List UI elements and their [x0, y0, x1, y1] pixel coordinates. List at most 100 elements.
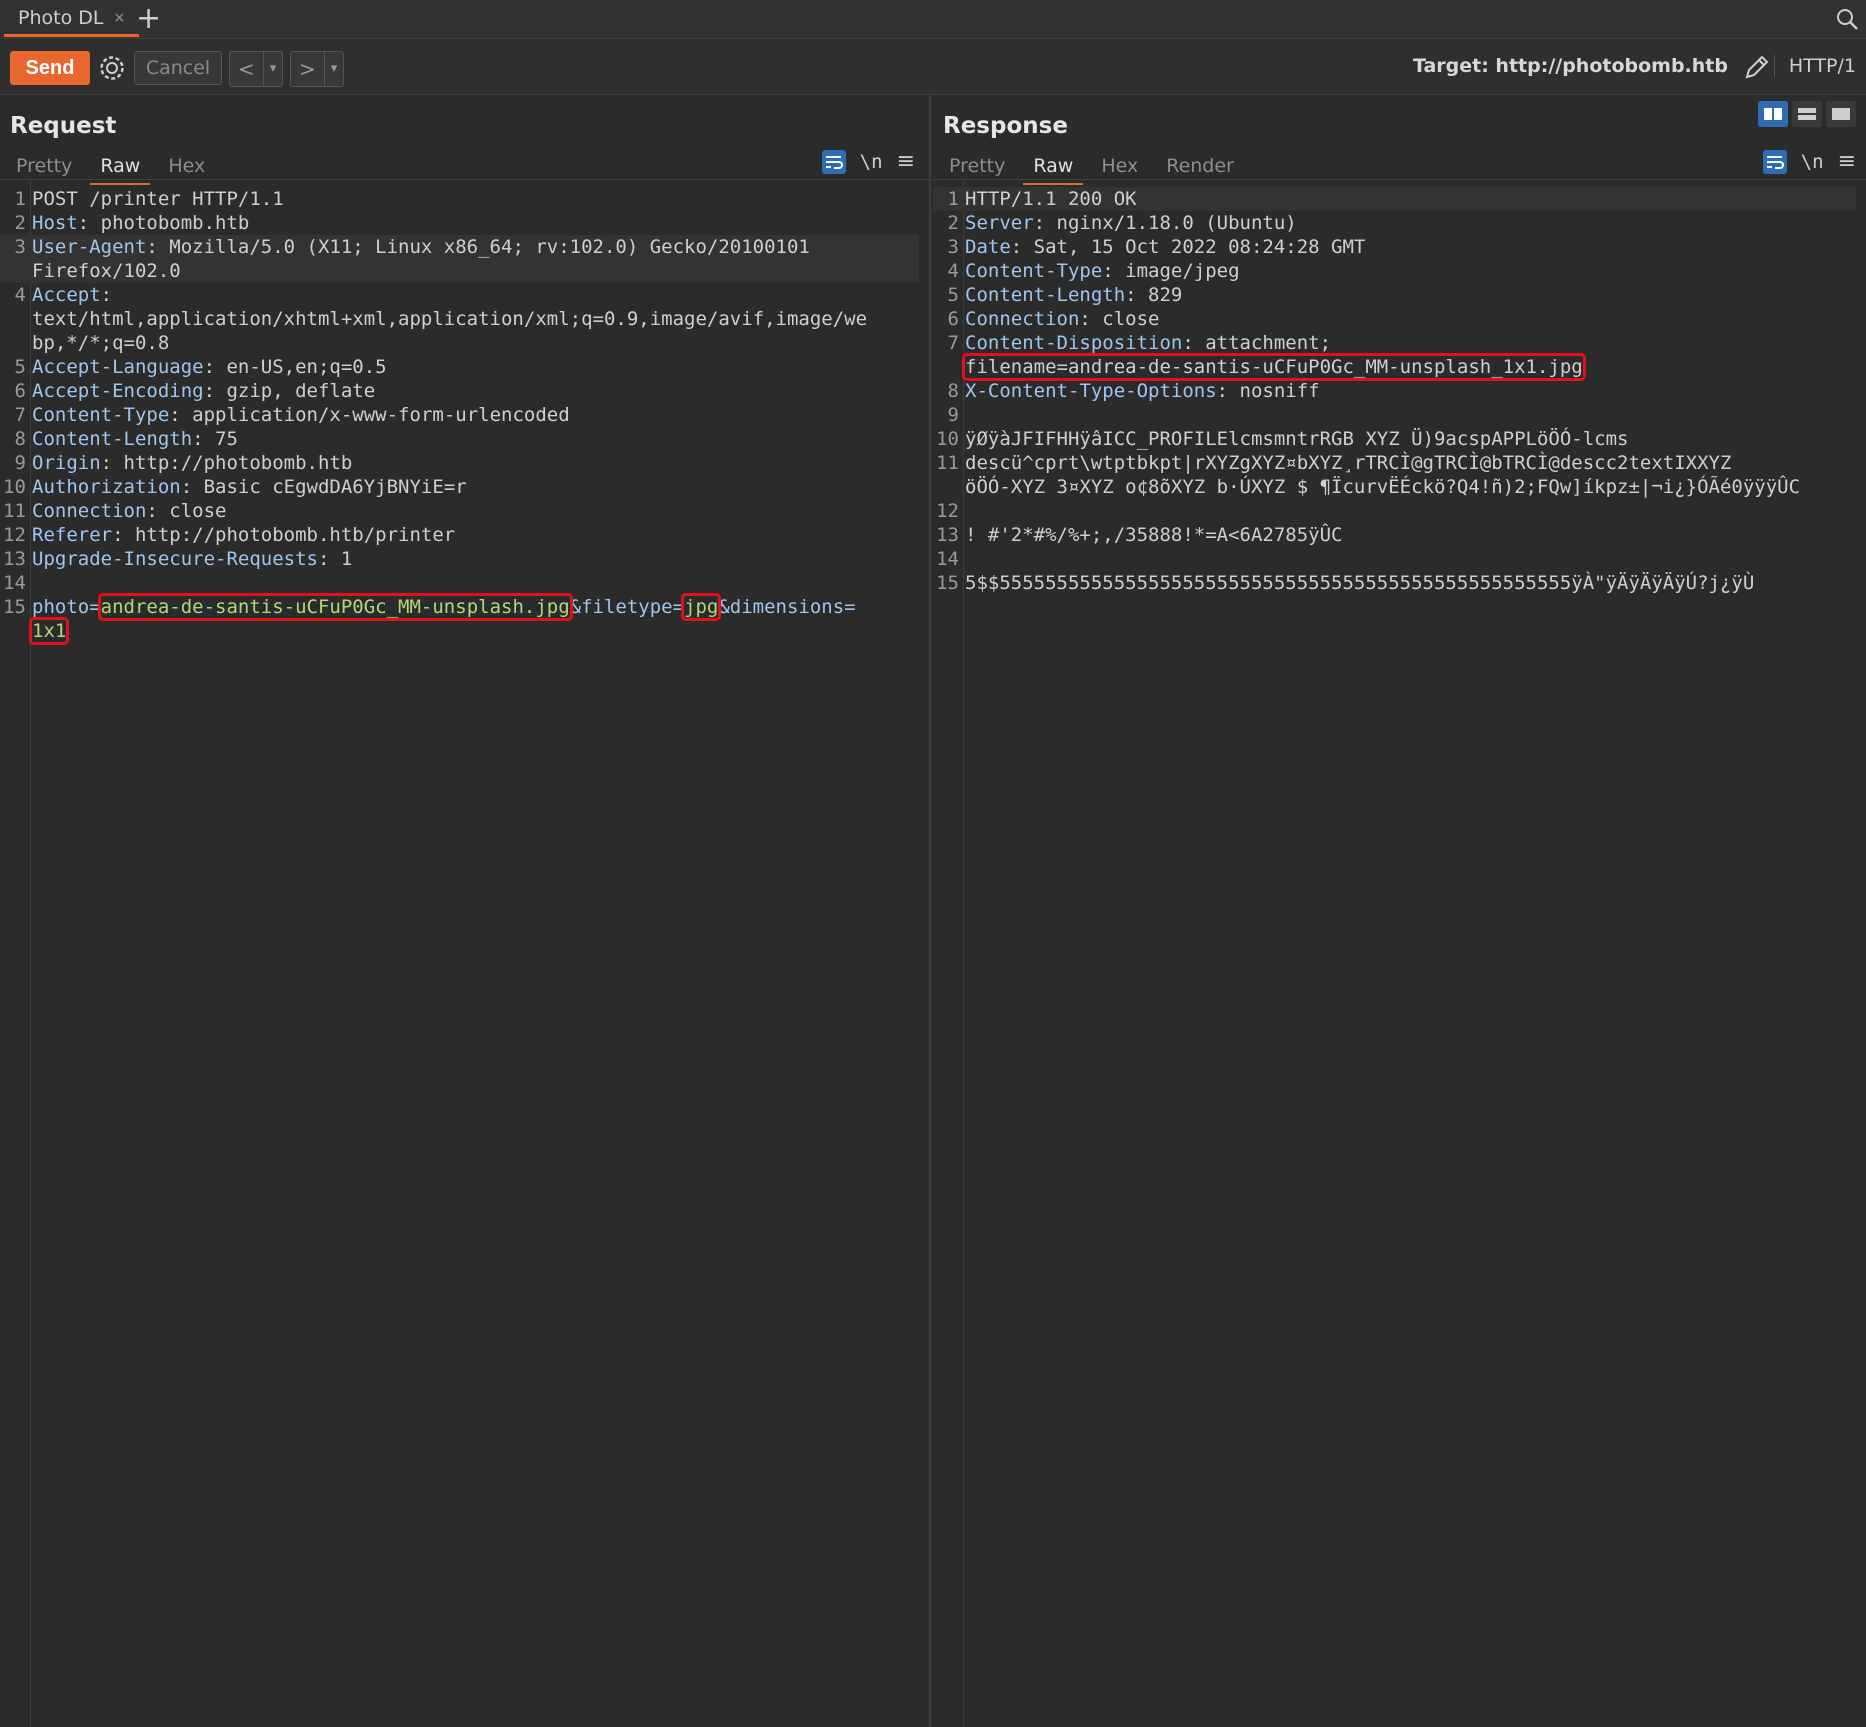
line-number	[0, 259, 32, 283]
code-line: 14	[0, 571, 919, 595]
param-photo-key: photo=	[32, 596, 101, 618]
code-line: 7 Content-Type: application/x-www-form-ur…	[0, 403, 919, 427]
line-number	[933, 355, 965, 379]
header-value: : close	[146, 500, 227, 522]
header-name: X-Content-Type-Options	[965, 380, 1217, 402]
forward-history-dropdown[interactable]: ▾	[323, 52, 344, 86]
back-button[interactable]: <	[230, 57, 263, 81]
request-body-line: 15 photo=andrea-de-santis-uCFuP0Gc_MM-uns…	[0, 593, 919, 621]
line-content: Content-Length: 75	[32, 427, 238, 451]
line-content: ÿØÿàJFIFHHÿâICC_PROFILElcmsmntrRGB XYZ Ü…	[965, 427, 1628, 451]
top-bottom-layout-icon[interactable]	[1792, 101, 1822, 127]
line-content: Connection: close	[965, 307, 1159, 331]
param-filetype-value[interactable]: jpg	[681, 593, 722, 621]
request-lines: 1 POST /printer HTTP/1.1 2 Host: photobomb.…	[0, 187, 919, 645]
line-number: 12	[3, 524, 26, 546]
response-pane: Response Pretty Raw Hex Render \n ≡ 1 HTT…	[933, 95, 1866, 1727]
header-value: : Sat, 15 Oct 2022 08:24:28 GMT	[1010, 236, 1366, 258]
line-text: bp,*/*;q=0.8	[32, 332, 170, 354]
show-newlines-icon[interactable]: \n	[860, 151, 883, 173]
line-number: 15	[936, 572, 959, 594]
show-newlines-icon[interactable]: \n	[1801, 151, 1824, 173]
tab-bar: Photo DL × +	[0, 0, 1866, 39]
back-history-dropdown[interactable]: ▾	[262, 52, 283, 86]
header-value: : http://photobomb.htb	[100, 452, 353, 474]
edit-target-pencil-icon[interactable]	[1742, 52, 1772, 82]
line-number: 11	[936, 452, 959, 474]
line-content: Accept-Encoding: gzip, deflate	[32, 379, 375, 403]
header-name: Origin	[32, 452, 101, 474]
param-photo-value[interactable]: andrea-de-santis-uCFuP0Gc_MM-unsplash.jp…	[97, 593, 573, 621]
line-number: 8	[14, 428, 26, 450]
line-number: 13	[936, 524, 959, 546]
line-number: 10	[3, 476, 26, 498]
line-content: Accept-Language: en-US,en;q=0.5	[32, 355, 387, 379]
header-name: Connection	[965, 308, 1080, 330]
layout-toggle	[1758, 101, 1856, 127]
code-line: 2 Host: photobomb.htb	[0, 211, 919, 235]
header-name: Server	[965, 212, 1034, 234]
wrap-lines-icon[interactable]	[821, 149, 846, 174]
line-content: 1x1	[28, 617, 70, 645]
line-content: text/html,application/xhtml+xml,applicat…	[32, 307, 867, 331]
line-content: Authorization: Basic cEgwdDA6YjBNYiE=r	[32, 475, 467, 499]
line-content: descü^cprt\wtptbkpt|rXYZgXYZ¤bXYZ¸rTRCÌ@…	[965, 451, 1731, 475]
header-value: :	[100, 284, 113, 306]
header-name: Referer	[32, 524, 113, 546]
send-button[interactable]: Send	[10, 51, 90, 85]
hamburger-menu-icon[interactable]: ≡	[897, 149, 915, 174]
response-editor-tools: \n ≡	[1762, 149, 1856, 174]
tab-close-icon[interactable]: ×	[113, 10, 125, 26]
divider	[933, 179, 1866, 180]
code-line: 10 ÿØÿàJFIFHHÿâICC_PROFILElcmsmntrRGB XYZ…	[933, 427, 1856, 451]
hamburger-menu-icon[interactable]: ≡	[1838, 149, 1856, 174]
line-content: Content-Type: image/jpeg	[965, 259, 1240, 283]
search-icon[interactable]	[1834, 6, 1860, 32]
header-value: : nginx/1.18.0 (Ubuntu)	[1033, 212, 1297, 234]
cancel-button[interactable]: Cancel	[134, 51, 222, 85]
header-name: User-Agent	[32, 236, 147, 258]
line-content: filename=andrea-de-santis-uCFuP0Gc_MM-un…	[962, 353, 1586, 381]
line-number: 6	[14, 380, 26, 402]
header-name: Host	[32, 212, 78, 234]
tabs-layout-icon[interactable]	[1826, 101, 1856, 127]
line-number: 12	[936, 500, 959, 522]
line-number: 7	[947, 332, 959, 354]
code-line: 11 descü^cprt\wtptbkpt|rXYZgXYZ¤bXYZ¸rTRC…	[933, 451, 1856, 475]
response-editor[interactable]: 1 HTTP/1.1 200 OK 2 Server: nginx/1.18.0 (U…	[933, 181, 1866, 1727]
code-line: 3 User-Agent: Mozilla/5.0 (X11; Linux x86…	[0, 235, 919, 259]
request-editor[interactable]: 1 POST /printer HTTP/1.1 2 Host: photobomb.…	[0, 181, 929, 1727]
toolbar: Send Cancel < ▾ > ▾ Target: http://photo…	[0, 39, 1866, 95]
header-name: Date	[965, 236, 1011, 258]
request-pane: Request Pretty Raw Hex \n ≡ 1 POST /print…	[0, 95, 931, 1727]
forward-button[interactable]: >	[291, 57, 324, 81]
side-by-side-layout-icon[interactable]	[1758, 101, 1788, 127]
line-content: Origin: http://photobomb.htb	[32, 451, 352, 475]
line-content: öÖÓ-XYZ 3¤XYZ o¢8õXYZ b·ÚXYZ $ ¶ÏcurvËÉc…	[965, 475, 1800, 499]
tab-photo-dl[interactable]: Photo DL ×	[4, 2, 140, 37]
code-line: 6 Accept-Encoding: gzip, deflate	[0, 379, 919, 403]
gear-icon[interactable]	[97, 53, 127, 83]
download-filename[interactable]: filename=andrea-de-santis-uCFuP0Gc_MM-un…	[962, 353, 1586, 381]
code-line: 3 Date: Sat, 15 Oct 2022 08:24:28 GMT	[933, 235, 1856, 259]
line-content: Accept:	[32, 283, 112, 307]
line-number: 14	[3, 572, 26, 594]
code-line: 4 Accept:	[0, 283, 919, 307]
code-line: 1 HTTP/1.1 200 OK	[933, 187, 1856, 211]
response-title: Response	[943, 113, 1068, 139]
line-text: Firefox/102.0	[32, 260, 181, 282]
divider	[0, 179, 929, 180]
line-text: ÿØÿàJFIFHHÿâICC_PROFILElcmsmntrRGB XYZ Ü…	[965, 428, 1629, 450]
tab-label: Photo DL	[18, 7, 104, 29]
line-text: 5$$5555555555555555555555555555555555555…	[965, 572, 1755, 594]
line-number: 15	[3, 596, 26, 618]
line-content: Firefox/102.0	[32, 259, 181, 283]
add-tab-icon[interactable]: +	[136, 2, 161, 36]
wrap-lines-icon[interactable]	[1762, 149, 1787, 174]
code-line: 12	[933, 499, 1856, 523]
http-version-label[interactable]: HTTP/1	[1773, 55, 1856, 77]
code-line: 8 X-Content-Type-Options: nosniff	[933, 379, 1856, 403]
line-number	[0, 307, 32, 331]
line-content: photo=andrea-de-santis-uCFuP0Gc_MM-unspl…	[32, 593, 856, 621]
param-dimensions-value[interactable]: 1x1	[28, 617, 70, 645]
